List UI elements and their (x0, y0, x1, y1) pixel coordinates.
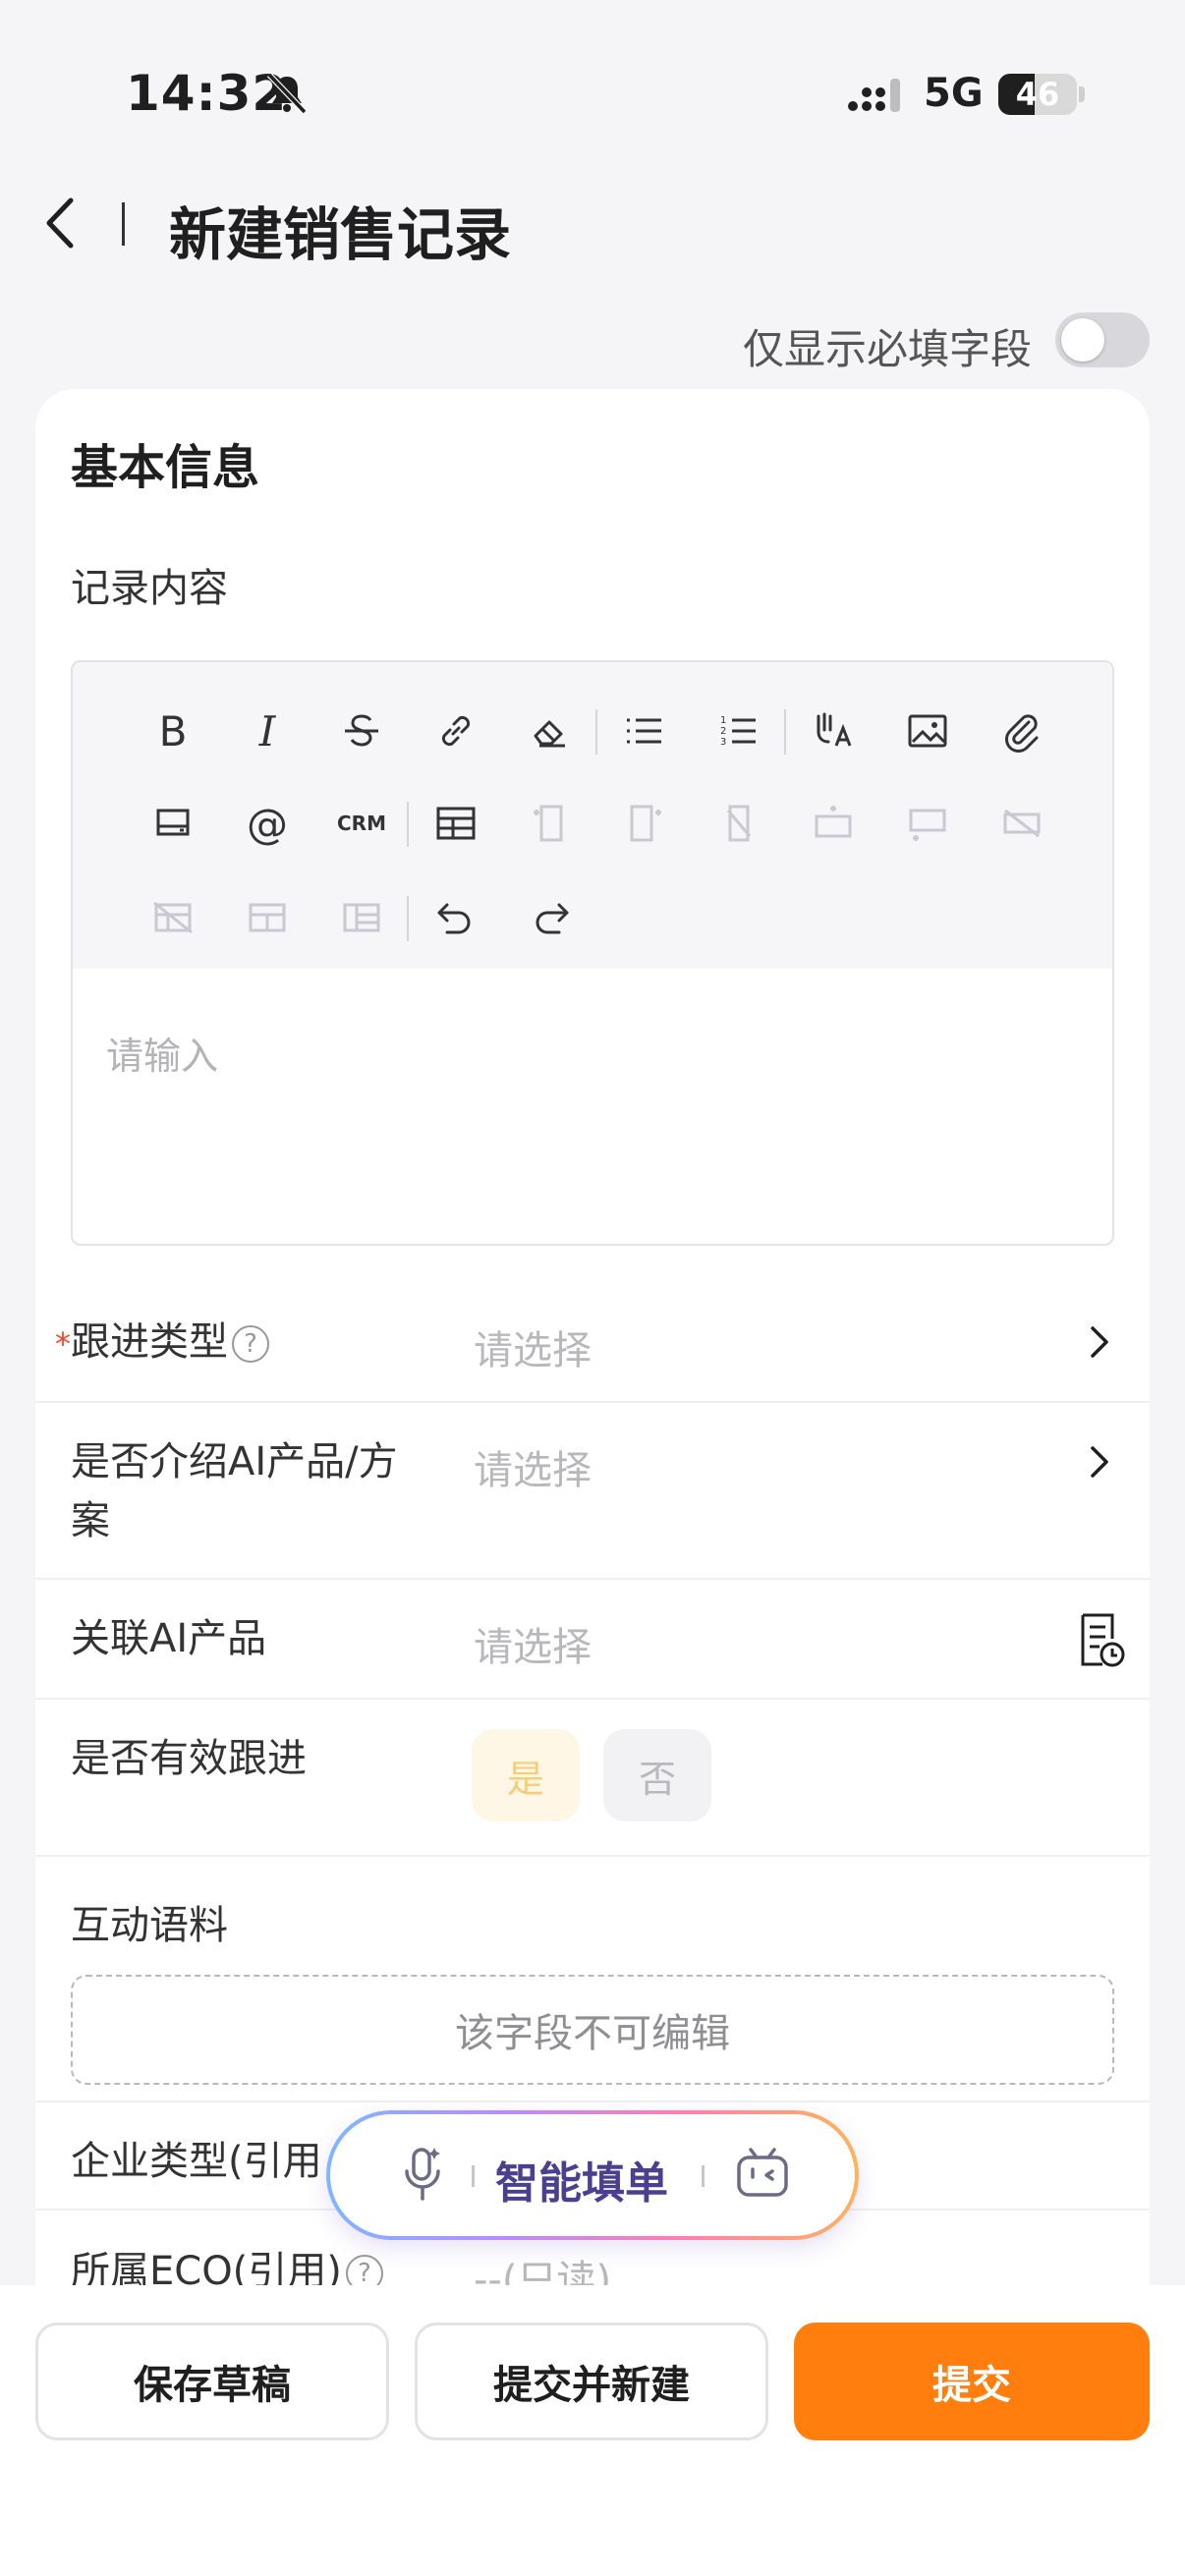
no-option[interactable]: 否 (603, 1729, 711, 1821)
rich-text-editor: B I 123 @ CRM 请输入 (71, 660, 1114, 1246)
related-ai-row[interactable]: 关联AI产品 请选择 (35, 1580, 1150, 1700)
smart-fill-label: 智能填单 (495, 2158, 668, 2209)
yes-option[interactable]: 是 (472, 1729, 580, 1821)
form-card: 基本信息 记录内容 B I 123 @ CRM 请输入 *跟进类型 ? 请选择 … (35, 389, 1150, 2354)
required-only-toggle[interactable] (1055, 312, 1150, 367)
intro-ai-label: 是否介绍AI产品/方案 (71, 1439, 398, 1543)
strikethrough-icon[interactable] (332, 701, 391, 760)
back-arrow-icon[interactable] (39, 193, 83, 253)
network-type: 5G (924, 71, 984, 116)
related-ai-value: 请选择 (474, 1625, 592, 1670)
delete-row-icon[interactable] (992, 794, 1051, 853)
editor-toolbar: B I 123 @ CRM (73, 662, 1112, 969)
svg-text:2: 2 (720, 726, 726, 737)
insert-row-below-icon[interactable] (898, 794, 957, 853)
insert-column-left-icon[interactable] (521, 794, 580, 853)
attachment-icon[interactable] (992, 701, 1051, 760)
intro-ai-row[interactable]: 是否介绍AI产品/方案 请选择 (35, 1403, 1150, 1580)
format-text-icon[interactable] (804, 701, 863, 760)
help-icon[interactable]: ? (232, 1325, 269, 1363)
submit-button[interactable]: 提交 (794, 2323, 1150, 2440)
company-type-label: 企业类型(引用 (71, 2139, 322, 2184)
corpus-row: 互动语料 该字段不可编辑 (35, 1857, 1150, 2102)
microphone-icon (405, 2148, 440, 2201)
follow-type-label: 跟进类型 (71, 1319, 228, 1365)
crm-button[interactable]: CRM (332, 794, 391, 853)
status-time: 14:32 (126, 65, 288, 122)
follow-type-row[interactable]: *跟进类型? 请选择 (35, 1283, 1150, 1403)
required-only-label: 仅显示必填字段 (743, 325, 1033, 373)
split-cells-icon[interactable] (332, 888, 391, 947)
insert-column-right-icon[interactable] (615, 794, 674, 853)
page-title: 新建销售记录 (169, 201, 512, 268)
readonly-box: 该字段不可编辑 (71, 1975, 1114, 2085)
bold-button[interactable]: B (143, 701, 202, 760)
robot-icon (737, 2148, 788, 2197)
bullet-list-icon[interactable] (615, 701, 674, 760)
merge-cells-icon[interactable] (238, 888, 297, 947)
record-content-label: 记录内容 (71, 566, 228, 611)
image-icon[interactable] (898, 701, 957, 760)
toggle-knob (1061, 318, 1104, 362)
svg-text:1: 1 (720, 715, 726, 726)
document-history-icon[interactable] (1075, 1611, 1126, 1670)
link-icon[interactable] (426, 701, 485, 760)
smart-fill-button[interactable]: 智能填单 (326, 2110, 859, 2240)
numbered-list-icon[interactable]: 123 (709, 701, 768, 760)
related-ai-label: 关联AI产品 (71, 1616, 267, 1661)
cellular-signal-icon (848, 79, 900, 112)
eraser-icon[interactable] (521, 701, 580, 760)
italic-button[interactable]: I (238, 701, 297, 760)
battery-level: 46 (1015, 76, 1060, 113)
required-mark: * (55, 1325, 71, 1363)
svg-text:3: 3 (720, 737, 726, 748)
intro-ai-value: 请选择 (474, 1448, 592, 1493)
nav-divider (122, 202, 125, 246)
card-icon[interactable] (143, 794, 202, 853)
effective-label: 是否有效跟进 (71, 1736, 307, 1781)
delete-table-icon[interactable] (143, 888, 202, 947)
mention-button[interactable]: @ (238, 794, 297, 853)
save-draft-button[interactable]: 保存草稿 (35, 2323, 389, 2440)
effective-row: 是否有效跟进 是 否 (35, 1700, 1150, 1857)
bell-muted-icon (266, 72, 308, 115)
insert-row-above-icon[interactable] (804, 794, 863, 853)
bottom-action-bar: 保存草稿 提交并新建 提交 (0, 2285, 1185, 2576)
redo-icon[interactable] (521, 888, 580, 947)
status-bar: 14:32 5G 46 (0, 0, 1185, 157)
submit-and-new-button[interactable]: 提交并新建 (415, 2323, 768, 2440)
corpus-label: 互动语料 (71, 1903, 228, 1948)
editor-input[interactable]: 请输入 (106, 1026, 218, 1080)
undo-icon[interactable] (426, 888, 485, 947)
chevron-right-icon (1091, 1326, 1108, 1358)
chevron-right-icon (1091, 1446, 1108, 1478)
section-title: 基本信息 (71, 440, 260, 495)
battery-icon: 46 (998, 74, 1077, 115)
follow-type-value: 请选择 (474, 1328, 592, 1373)
table-icon[interactable] (426, 794, 485, 853)
delete-column-icon[interactable] (709, 794, 768, 853)
